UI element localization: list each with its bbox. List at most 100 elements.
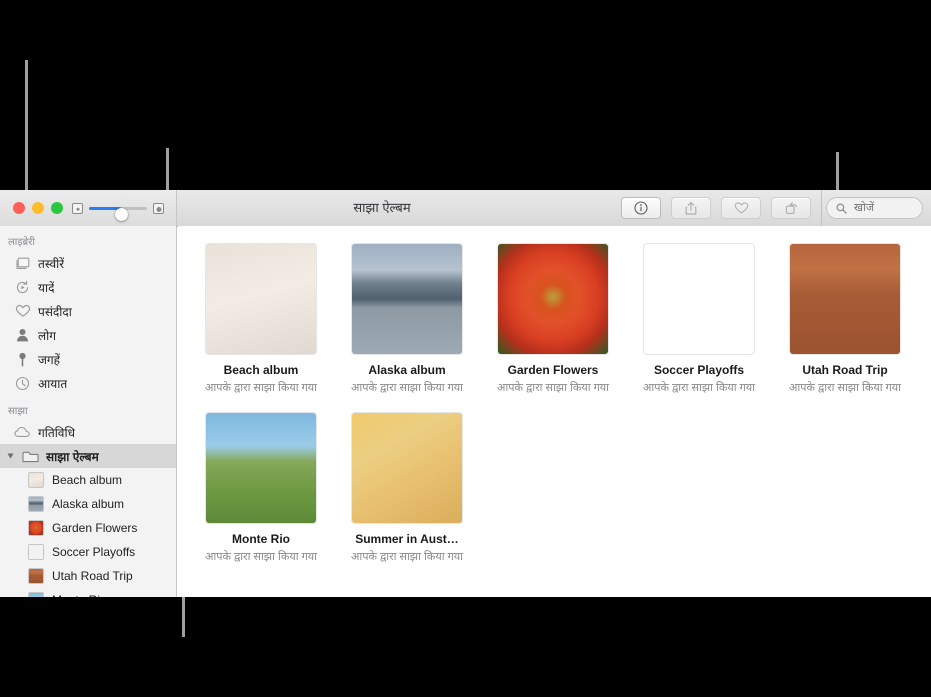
album-cell[interactable]: Soccer Playoffs आपके द्वारा साझा किया गय…: [626, 244, 772, 395]
info-button[interactable]: [621, 197, 661, 219]
photo-garden: [498, 244, 608, 354]
photo-utah: [790, 244, 900, 354]
rotate-button[interactable]: [771, 197, 811, 219]
toolbar-separator: [821, 190, 822, 226]
minimize-button[interactable]: [32, 202, 44, 214]
search-icon: [836, 203, 847, 214]
photo-soccer: [644, 244, 754, 354]
photo-beach: [206, 244, 316, 354]
thumb-utah: [29, 569, 43, 583]
album-cell[interactable]: Alaska album आपके द्वारा साझा किया गया: [334, 244, 480, 395]
titlebar-left-pane: [0, 190, 177, 226]
memories-icon: [14, 279, 31, 296]
album-thumbnail: [28, 520, 44, 536]
album-subtitle: आपके द्वारा साझा किया गया: [642, 382, 756, 394]
thumbnail-size-slider[interactable]: [72, 201, 164, 221]
sidebar-item-garden-flowers[interactable]: Garden Flowers: [0, 516, 176, 540]
heart-icon: [734, 202, 748, 214]
album-cell[interactable]: Monte Rio आपके द्वारा साझा किया गया: [188, 413, 334, 564]
toolbar-buttons: [621, 197, 811, 219]
photo-monte: [206, 413, 316, 523]
sidebar-item-label: आयात: [38, 376, 68, 391]
album-title: Soccer Playoffs: [653, 363, 745, 377]
window-title-text: साझा ऐल्बम: [353, 200, 411, 215]
sidebar-item-label: Alaska album: [52, 497, 125, 511]
album-thumbnail: [28, 592, 44, 597]
album-cover[interactable]: [498, 244, 608, 354]
album-cover[interactable]: [206, 244, 316, 354]
search-input[interactable]: [852, 201, 916, 215]
sidebar-item-label: Beach album: [52, 473, 123, 487]
search-field[interactable]: [826, 197, 923, 219]
album-cell[interactable]: Beach album आपके द्वारा साझा किया गया: [188, 244, 334, 395]
album-cover[interactable]: [644, 244, 754, 354]
sidebar-item-alaska-album[interactable]: Alaska album: [0, 492, 176, 516]
sidebar-item-label: साझा ऐल्बम: [46, 449, 99, 464]
sidebar-item-beach-album[interactable]: Beach album: [0, 468, 176, 492]
close-button[interactable]: [13, 202, 25, 214]
photos-icon: [14, 255, 31, 272]
album-cell[interactable]: Garden Flowers आपके द्वारा साझा किया गया: [480, 244, 626, 395]
sidebar-item-monte-rio[interactable]: Monte Rio: [0, 588, 176, 597]
folder-icon: [22, 448, 39, 465]
album-title: Alaska album: [368, 363, 446, 377]
sidebar-item-memories[interactable]: यादें: [0, 275, 176, 299]
sidebar-item-label: लोग: [38, 328, 57, 343]
window-title: साझा ऐल्बम: [177, 190, 931, 226]
photos-window: साझा ऐल्बम खोजें लाइब्रेरी तस्वीरें यादे…: [0, 190, 931, 597]
cloud-icon: [14, 424, 31, 441]
album-grid-area[interactable]: Beach album आपके द्वारा साझा किया गया Al…: [178, 226, 931, 597]
album-thumbnail: [28, 544, 44, 560]
share-icon: [685, 201, 697, 215]
person-icon: [14, 327, 31, 344]
share-button[interactable]: [671, 197, 711, 219]
thumb-beach: [29, 473, 43, 487]
sidebar-item-activity[interactable]: गतिविधि: [0, 420, 176, 444]
thumb-alaska: [29, 497, 43, 511]
sidebar-section-header-library: लाइब्रेरी: [8, 237, 36, 248]
sidebar-item-label: Utah Road Trip: [52, 569, 133, 583]
sidebar-item-people[interactable]: लोग: [0, 323, 176, 347]
album-title: Summer in Aust…: [355, 532, 459, 546]
album-title: Utah Road Trip: [802, 363, 888, 377]
sidebar-item-label: पसंदीदा: [38, 304, 72, 319]
album-title: Beach album: [223, 363, 299, 377]
thumb-monte: [29, 593, 43, 597]
info-icon: [634, 201, 648, 215]
slider-track[interactable]: [89, 207, 147, 221]
sidebar-item-label: Garden Flowers: [52, 521, 138, 535]
sidebar-item-favorites[interactable]: पसंदीदा: [0, 299, 176, 323]
zoom-button[interactable]: [51, 202, 63, 214]
album-cover[interactable]: [790, 244, 900, 354]
album-subtitle: आपके द्वारा साझा किया गया: [496, 382, 610, 394]
slider-knob[interactable]: [114, 208, 128, 221]
chevron-down-icon[interactable]: [7, 453, 14, 459]
clock-icon: [14, 375, 31, 392]
sidebar[interactable]: लाइब्रेरी तस्वीरें यादें पसंदीदा लोग जगह…: [0, 226, 177, 597]
sidebar-section-header-shared: साझा: [8, 406, 28, 417]
album-thumbnail: [28, 472, 44, 488]
album-subtitle: आपके द्वारा साझा किया गया: [350, 382, 464, 394]
favorite-button[interactable]: [721, 197, 761, 219]
album-cell[interactable]: Utah Road Trip आपके द्वारा साझा किया गया: [772, 244, 918, 395]
sidebar-item-places[interactable]: जगहें: [0, 347, 176, 371]
large-thumbnail-icon: [153, 203, 164, 214]
sidebar-item-photos[interactable]: तस्वीरें: [0, 251, 176, 275]
album-cover[interactable]: [352, 244, 462, 354]
album-title: Garden Flowers: [507, 363, 599, 377]
sidebar-item-label: Monte Rio: [52, 593, 107, 597]
sidebar-item-soccer-playoffs[interactable]: Soccer Playoffs: [0, 540, 176, 564]
album-cell[interactable]: Summer in Aust… आपके द्वारा साझा किया गय…: [334, 413, 480, 564]
album-subtitle: आपके द्वारा साझा किया गया: [204, 551, 318, 563]
sidebar-item-imports[interactable]: आयात: [0, 371, 176, 395]
album-title: Monte Rio: [232, 532, 290, 546]
rotate-icon: [785, 202, 797, 214]
sidebar-item-label: गतिविधि: [38, 425, 75, 440]
album-cover[interactable]: [352, 413, 462, 523]
sidebar-item-shared-albums[interactable]: साझा ऐल्बम: [0, 444, 176, 468]
sidebar-item-utah-road-trip[interactable]: Utah Road Trip: [0, 564, 176, 588]
album-subtitle: आपके द्वारा साझा किया गया: [788, 382, 902, 394]
pin-icon: [14, 351, 31, 368]
album-cover[interactable]: [206, 413, 316, 523]
album-thumbnail: [28, 568, 44, 584]
